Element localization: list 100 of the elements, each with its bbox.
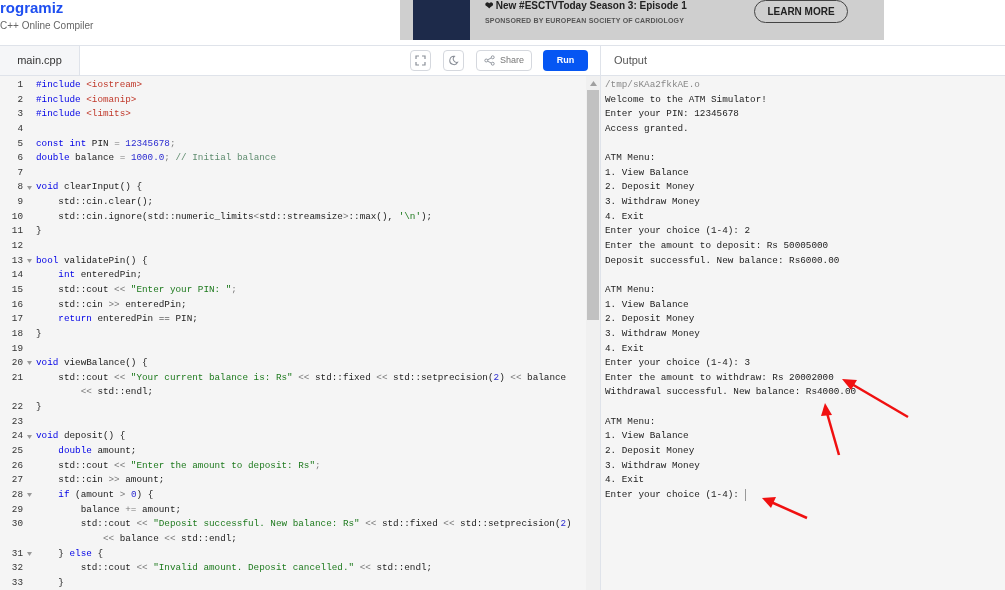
code-line: int enteredPin; (57, 268, 142, 283)
line-number: 5 (16, 136, 23, 151)
code-line: void viewBalance() { (36, 356, 148, 371)
code-line: } else { (57, 546, 103, 561)
scrollbar-thumb[interactable] (587, 90, 599, 320)
output-line: 3. Withdraw Money (605, 196, 700, 208)
output-line: Enter your choice (1-4): 3 (605, 357, 751, 369)
line-number: 2 (16, 92, 23, 107)
fold-caret-icon[interactable] (27, 493, 32, 498)
moon-icon[interactable] (443, 50, 464, 71)
output-line: 2. Deposit Money (605, 181, 695, 193)
line-number: 23 (10, 414, 23, 429)
line-number: 8 (16, 180, 23, 195)
line-number: 29 (10, 502, 23, 517)
file-tab[interactable]: main.cpp (0, 46, 80, 75)
line-number: 32 (10, 561, 23, 576)
code-line: std::cout << "Enter the amount to deposit: Rs"; (57, 458, 321, 473)
code-line: std::cout << "Enter your PIN: "; (57, 282, 237, 297)
code-line: #include <iomanip> (36, 92, 137, 107)
output-line: Welcome to the ATM Simulator! (605, 93, 767, 105)
fullscreen-icon[interactable] (410, 50, 431, 71)
code-line: const int PIN = 12345678; (36, 136, 176, 151)
fold-caret-icon[interactable] (27, 434, 32, 439)
output-line: 4. Exit (605, 342, 645, 354)
fold-caret-icon[interactable] (27, 259, 32, 263)
line-number: 9 (16, 195, 23, 210)
fold-caret-icon[interactable] (27, 185, 32, 190)
line-number: 4 (16, 121, 23, 136)
code-line: void deposit() { (36, 429, 126, 444)
code-line: void clearInput() { (36, 180, 142, 195)
code-line: if (amount > 0) { (57, 487, 154, 502)
output-line: Enter the amount to deposit: Rs 50005000 (605, 240, 829, 252)
code-line: << std::endl; (79, 385, 154, 400)
line-number: 10 (10, 209, 23, 224)
annotation-arrow (762, 497, 808, 520)
line-number: 18 (10, 326, 23, 341)
output-line: 3. Withdraw Money (605, 327, 700, 339)
logo-text[interactable]: rogramiz (0, 0, 400, 15)
line-number: 1 (16, 78, 23, 92)
line-number: 14 (10, 268, 23, 283)
output-line: ATM Menu: (605, 283, 656, 295)
line-number: 22 (10, 400, 23, 415)
code-line: } (36, 224, 42, 239)
line-number: 16 (10, 297, 23, 312)
output-line: 2. Deposit Money (605, 445, 695, 456)
fold-caret-icon[interactable] (27, 551, 32, 556)
line-number: 26 (10, 458, 23, 473)
line-number: 19 (10, 341, 23, 356)
share-button[interactable]: Share (476, 50, 532, 71)
output-path: /tmp/sKAa2fkkAE.o (605, 79, 700, 90)
output-line: Withdrawal successful. New balance: Rs4000.00 (605, 386, 857, 398)
output-line: 2. Deposit Money (605, 313, 695, 325)
output-line: ATM Menu: (605, 415, 656, 427)
line-number: 17 (10, 312, 23, 327)
line-number: 21 (10, 370, 23, 385)
code-line: std::cout << "Deposit successful. New balance: Rs" << std::fixed << std::setprecision(2) (79, 517, 572, 532)
line-number: 24 (10, 429, 23, 444)
code-line: double amount; (57, 444, 137, 458)
code-line: double balance = 1000.0; // Initial balance (36, 151, 276, 166)
line-number: 7 (16, 165, 23, 180)
code-line: std::cout << "Your current balance is: Rs" << std::fixed << std::setprecision(2) << balance (57, 370, 567, 385)
output-line: 4. Exit (605, 210, 645, 222)
output-line: 1. View Balance (605, 298, 689, 310)
code-line: bool validatePin() { (36, 253, 148, 268)
line-number: 3 (16, 107, 23, 122)
output-line: Enter your PIN: 12345678 (605, 108, 739, 120)
code-line: std::cin >> amount; (57, 473, 165, 488)
output-line: Enter your choice (1-4): 2 (605, 225, 751, 237)
code-line: #include <limits> (36, 107, 131, 122)
line-number: 31 (10, 546, 23, 561)
code-line: balance += amount; (79, 502, 182, 517)
code-line: std::cin.clear(); (57, 195, 154, 210)
output-title: Output (614, 53, 648, 69)
code-line: << balance << std::endl; (101, 531, 237, 546)
output-line: 1. View Balance (605, 166, 689, 178)
scrollbar[interactable] (586, 76, 600, 590)
text-cursor (744, 489, 746, 502)
run-button[interactable]: Run (543, 50, 588, 71)
line-number: 28 (10, 487, 23, 502)
output-line: Deposit successful. New balance: Rs6000.00 (605, 254, 840, 266)
line-number: 33 (10, 575, 23, 590)
output-line: Access granted. (605, 122, 689, 134)
line-number: 30 (10, 517, 23, 532)
line-number: 20 (10, 356, 23, 371)
line-number: 12 (10, 239, 23, 254)
output-line: Enter the amount to withdraw: Rs 20002000 (605, 371, 834, 383)
code-line: } (36, 326, 42, 341)
subtitle: C++ Online Compiler (0, 19, 95, 33)
code-line: std::cin >> enteredPin; (57, 297, 187, 312)
scroll-up-icon[interactable] (589, 81, 597, 86)
fold-caret-icon[interactable] (27, 361, 32, 366)
output-line: 4. Exit (605, 474, 645, 486)
share-icon (484, 55, 495, 66)
output-line: 1. View Balance (605, 430, 689, 442)
line-number: 11 (10, 224, 23, 239)
code-line: std::cout << "Invalid amount. Deposit cancelled." << std::endl; (79, 561, 433, 576)
line-number: 6 (16, 151, 23, 166)
output-line: ATM Menu: (605, 152, 656, 164)
code-line: } (57, 575, 64, 590)
ad-headline: ❤ New #ESCTVToday Season 3: Episode 1 (485, 0, 688, 12)
